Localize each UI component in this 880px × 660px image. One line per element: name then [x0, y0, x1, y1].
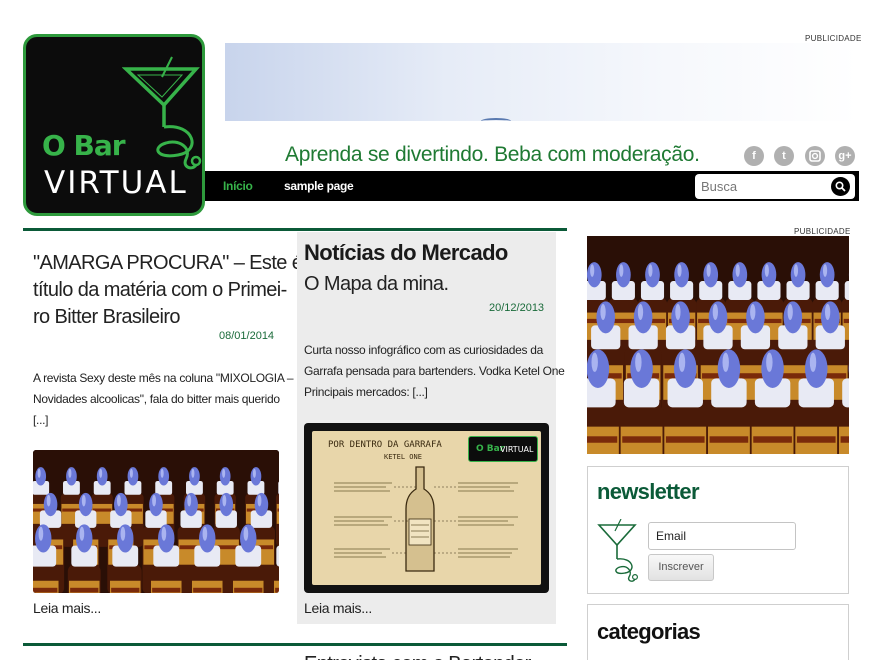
post-image-infographic[interactable]: POR DENTRO DA GARRAFA KETEL ONE O Bar VI…: [304, 423, 549, 593]
facebook-icon[interactable]: f: [744, 146, 764, 166]
instagram-icon[interactable]: [805, 146, 825, 166]
excerpt-line: Curta nosso infográfico com as curiosida…: [304, 343, 543, 357]
post-excerpt: Curta nosso infográfico com as curiosida…: [304, 340, 565, 403]
ad-label-top: PUBLICIDADE: [805, 34, 862, 43]
newsletter-title: newsletter: [597, 479, 700, 504]
site-tagline: Aprenda se divertindo. Beba com moderaçã…: [285, 143, 700, 166]
read-more-link[interactable]: Leia mais...: [304, 600, 372, 616]
post-title-mapa-da-mina[interactable]: O Mapa da mina.: [304, 271, 449, 298]
newsletter-email-input[interactable]: [648, 522, 796, 550]
infographic-logo-bottom: VIRTUAL: [500, 445, 534, 454]
logo-text-o-bar: O Bar: [42, 129, 126, 162]
banner-graphic: [481, 118, 511, 124]
read-more-link[interactable]: Leia mais...: [33, 600, 101, 616]
search-icon: [835, 181, 846, 192]
section-title-noticias: Notícias do Mercado: [304, 240, 508, 265]
google-plus-icon[interactable]: g+: [835, 146, 855, 166]
cocktail-glass-icon: [597, 519, 638, 582]
excerpt-line: Principais mercados: [...]: [304, 385, 428, 399]
newsletter-widget: newsletter Inscrever: [587, 466, 849, 594]
search-button[interactable]: [831, 177, 850, 196]
content-divider-bottom: [23, 643, 567, 646]
excerpt-line: Novidades alcoolicas", fala do bitter ma…: [33, 392, 280, 406]
top-ad-banner[interactable]: [225, 43, 859, 121]
categories-widget: categorias: [587, 604, 849, 660]
infographic-logo: O Bar VIRTUAL: [468, 436, 538, 462]
infographic-paper: POR DENTRO DA GARRAFA KETEL ONE O Bar VI…: [312, 431, 541, 585]
subscribe-button[interactable]: Inscrever: [648, 554, 714, 581]
post-excerpt: A revista Sexy deste mês na coluna "MIXO…: [33, 368, 294, 431]
search-box: [695, 174, 855, 199]
post-title-line: ro Bitter Brasileiro: [33, 306, 181, 328]
post-image-bitter-bottles[interactable]: [33, 450, 279, 593]
bottles-illustration: [33, 450, 279, 593]
logo-text-virtual: VIRTUAL: [44, 165, 188, 201]
sidebar-ad-image[interactable]: [587, 236, 849, 454]
main-nav: Início sample page: [205, 171, 859, 201]
post-title-line: "AMARGA PROCURA" – Este é o: [33, 252, 318, 274]
post-date: 20/12/2013: [489, 302, 545, 314]
post-title-next-partial[interactable]: Entrevista com o Bartender: [304, 651, 531, 660]
post-title-line: título da matéria com o Primei-: [33, 279, 287, 301]
nav-item-inicio[interactable]: Início: [223, 179, 253, 193]
post-date: 08/01/2014: [219, 330, 275, 342]
twitter-icon[interactable]: t: [774, 146, 794, 166]
bottles-illustration: [587, 236, 849, 454]
ad-label-sidebar: PUBLICIDADE: [794, 227, 851, 236]
excerpt-line: Garrafa pensada para bartenders. Vodka K…: [304, 364, 565, 378]
excerpt-line: [...]: [33, 413, 49, 427]
nav-item-sample-page[interactable]: sample page: [284, 179, 354, 193]
categories-title: categorias: [597, 619, 701, 644]
post-title-amarga-procura[interactable]: "AMARGA PROCURA" – Este é o título da ma…: [33, 250, 318, 331]
excerpt-line: A revista Sexy deste mês na coluna "MIXO…: [33, 371, 294, 385]
site-logo[interactable]: O Bar VIRTUAL: [23, 34, 205, 216]
search-input[interactable]: [701, 177, 827, 196]
content-divider-top: [23, 228, 567, 231]
